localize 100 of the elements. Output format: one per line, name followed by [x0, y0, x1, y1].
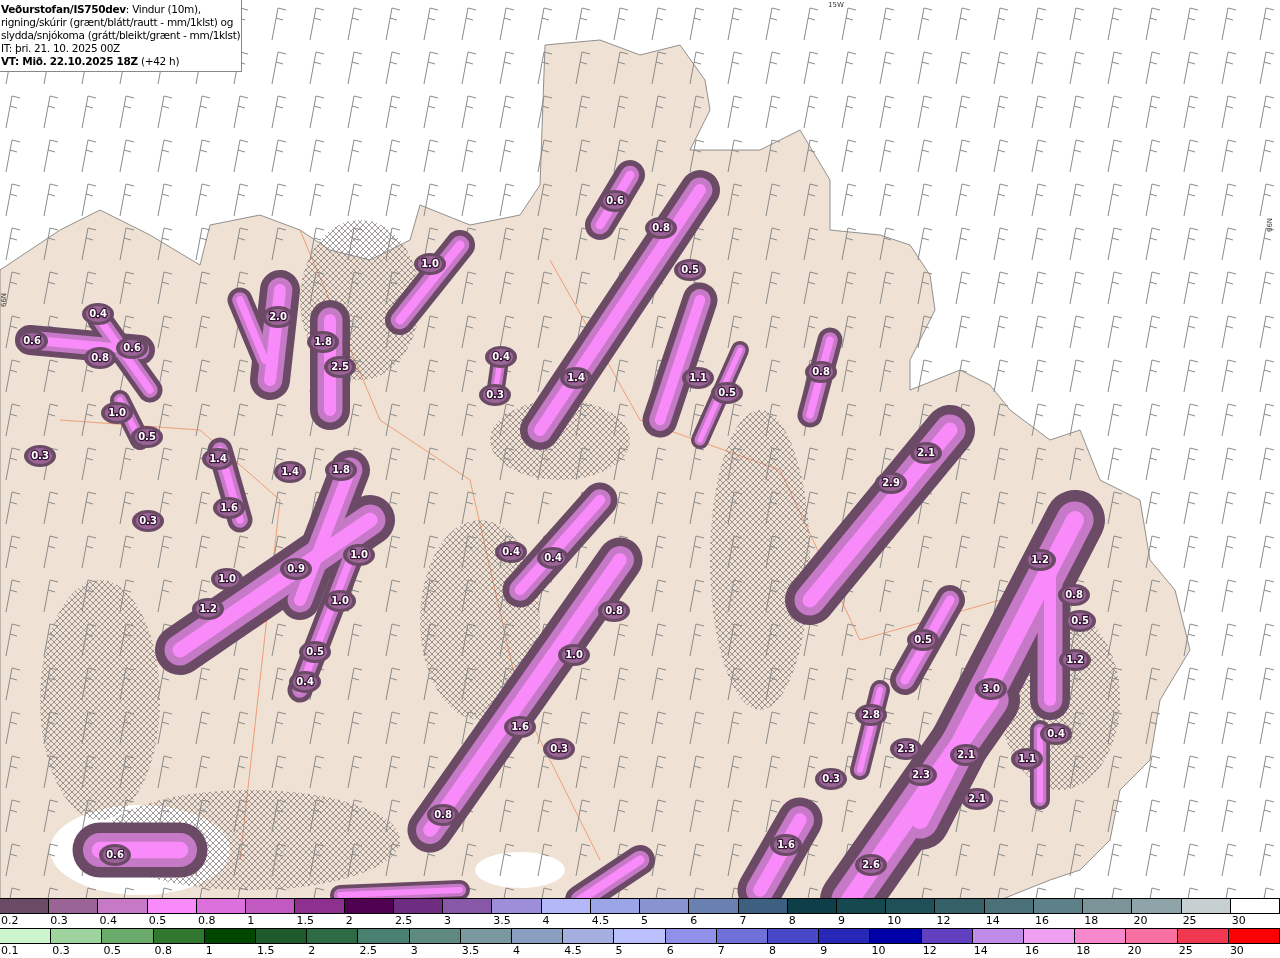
legend-value: 2.5	[358, 944, 377, 958]
precip-value: 0.5	[914, 634, 932, 645]
legend-value: 30	[1228, 944, 1244, 958]
precip-value: 1.0	[108, 407, 126, 418]
legend-value: 0.4	[98, 914, 117, 928]
precip-value: 0.8	[434, 809, 452, 820]
precip-value: 2.1	[968, 793, 986, 804]
precip-value: 0.3	[822, 773, 840, 784]
precip-value: 0.4	[502, 546, 520, 557]
precip-value: 2.3	[897, 743, 915, 754]
precip-value: 0.6	[106, 849, 124, 860]
legend-value: 18	[1083, 914, 1099, 928]
valid-time: VT: Mið. 22.10.2025 18Z (+42 h)	[1, 55, 181, 68]
precip-value: 0.5	[306, 646, 324, 657]
legend-value: 7	[716, 944, 725, 958]
legend-value: 16	[1033, 914, 1049, 928]
legend-value: 8	[768, 944, 777, 958]
precip-value: 0.8	[605, 605, 623, 616]
legend-value: 2	[307, 944, 316, 958]
precip-value: 1.0	[218, 573, 236, 584]
precip-value: 0.5	[718, 387, 736, 398]
precip-value: 0.3	[550, 743, 568, 754]
legend-value: 3.5	[492, 914, 511, 928]
precip-value: 2.6	[862, 859, 880, 870]
legend-value: 4	[541, 914, 550, 928]
precip-value: 2.5	[331, 361, 349, 372]
legend-value: 0.3	[51, 944, 70, 958]
legend-value: 4.5	[563, 944, 582, 958]
legend-value: 0.5	[147, 914, 167, 928]
precip-value: 0.5	[138, 431, 156, 442]
legend-value: 5	[640, 914, 649, 928]
precip-value: 2.3	[912, 769, 930, 780]
legend-value: 14	[984, 914, 1000, 928]
legend-value: 12	[921, 944, 937, 958]
precip-value: 0.3	[31, 450, 49, 461]
precip-value: 1.4	[209, 453, 227, 464]
precip-value: 0.6	[123, 342, 141, 353]
legend-value: 1	[246, 914, 255, 928]
precip-value: 0.6	[606, 195, 624, 206]
precip-value: 1.0	[421, 258, 439, 269]
precip-value: 0.4	[296, 676, 314, 687]
legend-value: 18	[1075, 944, 1091, 958]
precip-value: 0.8	[91, 352, 109, 363]
legend-value: 9	[837, 914, 845, 928]
precip-value: 1.8	[314, 336, 332, 347]
legend-value: 7	[738, 914, 747, 928]
map-title: Veðurstofan/IS750dev: Vindur (10m), rigning/skúrir (grænt/blátt/rautt - mm/1klst) og slydda/snjókoma (grátt/bleikt/grænt - mm/1klst)	[1, 3, 241, 42]
legend-value: 9	[819, 944, 828, 958]
precip-value: 2.1	[957, 749, 975, 760]
precip-value: 0.8	[652, 222, 670, 233]
legend-value: 0.1	[0, 944, 19, 958]
legend-value: 6	[689, 914, 698, 928]
precip-value: 0.5	[681, 264, 699, 275]
precip-value: 2.8	[862, 709, 880, 720]
legend-value: 0.2	[0, 914, 19, 928]
legend-value: 1.5	[256, 944, 275, 958]
legend-value: 1	[204, 944, 213, 958]
initial-time: IT: þri. 21. 10. 2025 00Z	[1, 42, 121, 55]
legend-value: 14	[972, 944, 988, 958]
precip-value: 1.4	[567, 372, 585, 383]
legend-value: 1.5	[295, 914, 314, 928]
precip-value: 0.3	[139, 515, 157, 526]
precip-value: 1.2	[1031, 554, 1049, 565]
precip-value: 3.0	[982, 683, 1000, 694]
precip-value: 0.9	[287, 563, 305, 574]
precip-value: 0.3	[486, 389, 504, 400]
precip-value: 0.6	[23, 335, 41, 346]
legend-value: 10	[870, 944, 886, 958]
legend-value: 0.3	[49, 914, 68, 928]
precip-value: 1.2	[199, 603, 217, 614]
precip-value: 1.0	[350, 549, 368, 560]
legend-value: 2.5	[393, 914, 413, 928]
precip-value: 1.6	[777, 839, 795, 850]
precip-value: 0.8	[812, 366, 830, 377]
precip-value: 1.6	[511, 721, 529, 732]
precip-value: 1.2	[1066, 654, 1084, 665]
precip-value: 0.5	[1071, 615, 1089, 626]
precip-value: 1.1	[1018, 753, 1036, 764]
legend-value: 6	[665, 944, 674, 958]
precip-value: 1.1	[689, 372, 707, 383]
precip-value: 0.4	[492, 351, 510, 362]
precip-value: 2.1	[917, 447, 935, 458]
legend-value: 8	[787, 914, 796, 928]
legend-value: 20	[1132, 914, 1148, 928]
legend-value: 30	[1230, 914, 1246, 928]
precip-value: 1.6	[220, 502, 238, 513]
legend-value: 10	[886, 914, 902, 928]
legend-value: 12	[935, 914, 951, 928]
precip-value: 0.8	[1065, 589, 1083, 600]
precip-value: 2.9	[882, 477, 900, 488]
precip-value: 1.8	[332, 464, 350, 475]
legend-value: 0.8	[153, 944, 173, 958]
legend-value: 5	[614, 944, 623, 958]
legend-value: 3.5	[460, 944, 480, 958]
legend-value: 20	[1126, 944, 1142, 958]
legend-value: 0.8	[196, 914, 216, 928]
legend-value: 16	[1024, 944, 1040, 958]
precip-value: 2.0	[269, 311, 287, 322]
precip-value: 1.4	[281, 466, 299, 477]
legend-value: 4	[512, 944, 521, 958]
